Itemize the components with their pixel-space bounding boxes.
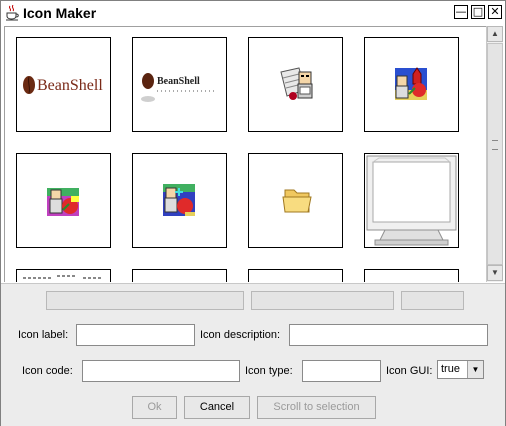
icon-tile-partial-4[interactable] (364, 269, 459, 282)
icon-label-label: Icon label: (18, 329, 69, 341)
icon-tile-folder[interactable] (248, 153, 343, 248)
icon-description-input[interactable] (289, 324, 488, 346)
icon-description-label: Icon description: (200, 329, 281, 341)
icon-tile-beanshell[interactable]: BeanShell (16, 37, 111, 132)
folder-icon (282, 189, 312, 213)
icon-type-input[interactable] (302, 360, 381, 382)
icon-maker-window: Icon Maker — □ ✕ BeanShell BeanShell ▲ ▼… (0, 0, 506, 426)
icon-type-label: Icon type: (245, 365, 293, 377)
icon-tile-rocket-computer[interactable] (364, 37, 459, 132)
icon-tile-partial-2[interactable] (132, 269, 227, 282)
icon-code-input[interactable] (82, 360, 240, 382)
scroll-up-icon[interactable]: ▲ (487, 26, 503, 42)
maximize-button[interactable]: □ (471, 5, 485, 19)
ok-button[interactable]: Ok (132, 396, 177, 419)
beanshell-small-logo-text: BeanShell (157, 76, 200, 87)
minimize-button[interactable]: — (454, 5, 468, 19)
workspace-person-icon (163, 184, 195, 216)
status-field-1 (46, 291, 244, 310)
monitor-icon (366, 155, 457, 246)
partial-icon (23, 275, 103, 279)
icon-tile-workspace-2[interactable] (132, 153, 227, 248)
icon-grid: BeanShell BeanShell (4, 26, 487, 282)
title-bar[interactable]: Icon Maker — □ ✕ (1, 1, 505, 25)
icon-gui-value: true (441, 363, 460, 375)
icon-tile-workspace-1[interactable] (16, 153, 111, 248)
java-cup-icon (6, 5, 19, 21)
scroll-computer-icon (280, 67, 313, 100)
vertical-scrollbar[interactable]: ▲ ▼ (486, 26, 503, 282)
close-button[interactable]: ✕ (488, 5, 502, 19)
cancel-button[interactable]: Cancel (184, 396, 250, 419)
workspace-person-icon (47, 188, 79, 216)
scroll-to-selection-button[interactable]: Scroll to selection (257, 396, 376, 419)
icon-gui-label: Icon GUI: (386, 365, 433, 377)
rocket-computer-icon (395, 67, 427, 100)
chevron-down-icon[interactable]: ▼ (467, 361, 483, 378)
icon-tile-scroll-computer[interactable] (248, 37, 343, 132)
icon-tile-partial-1[interactable] (16, 269, 111, 282)
icon-code-label: Icon code: (22, 365, 73, 377)
icon-tile-monitor[interactable] (364, 153, 459, 248)
icon-tile-beanshell-small[interactable]: BeanShell (132, 37, 227, 132)
window-title: Icon Maker (23, 5, 97, 21)
beanshell-logo-text: BeanShell (37, 77, 103, 94)
icon-form-panel: Icon label: Icon description: Icon code:… (1, 283, 505, 426)
icon-tile-partial-3[interactable] (248, 269, 343, 282)
beanshell-logo: BeanShell (23, 76, 103, 94)
status-field-2 (251, 291, 394, 310)
scroll-down-icon[interactable]: ▼ (487, 265, 503, 281)
icon-gui-select[interactable]: true ▼ (437, 360, 484, 379)
icon-label-input[interactable] (76, 324, 195, 346)
status-field-3 (401, 291, 464, 310)
beanshell-small-logo: BeanShell (141, 73, 217, 102)
scroll-thumb[interactable] (487, 43, 503, 265)
